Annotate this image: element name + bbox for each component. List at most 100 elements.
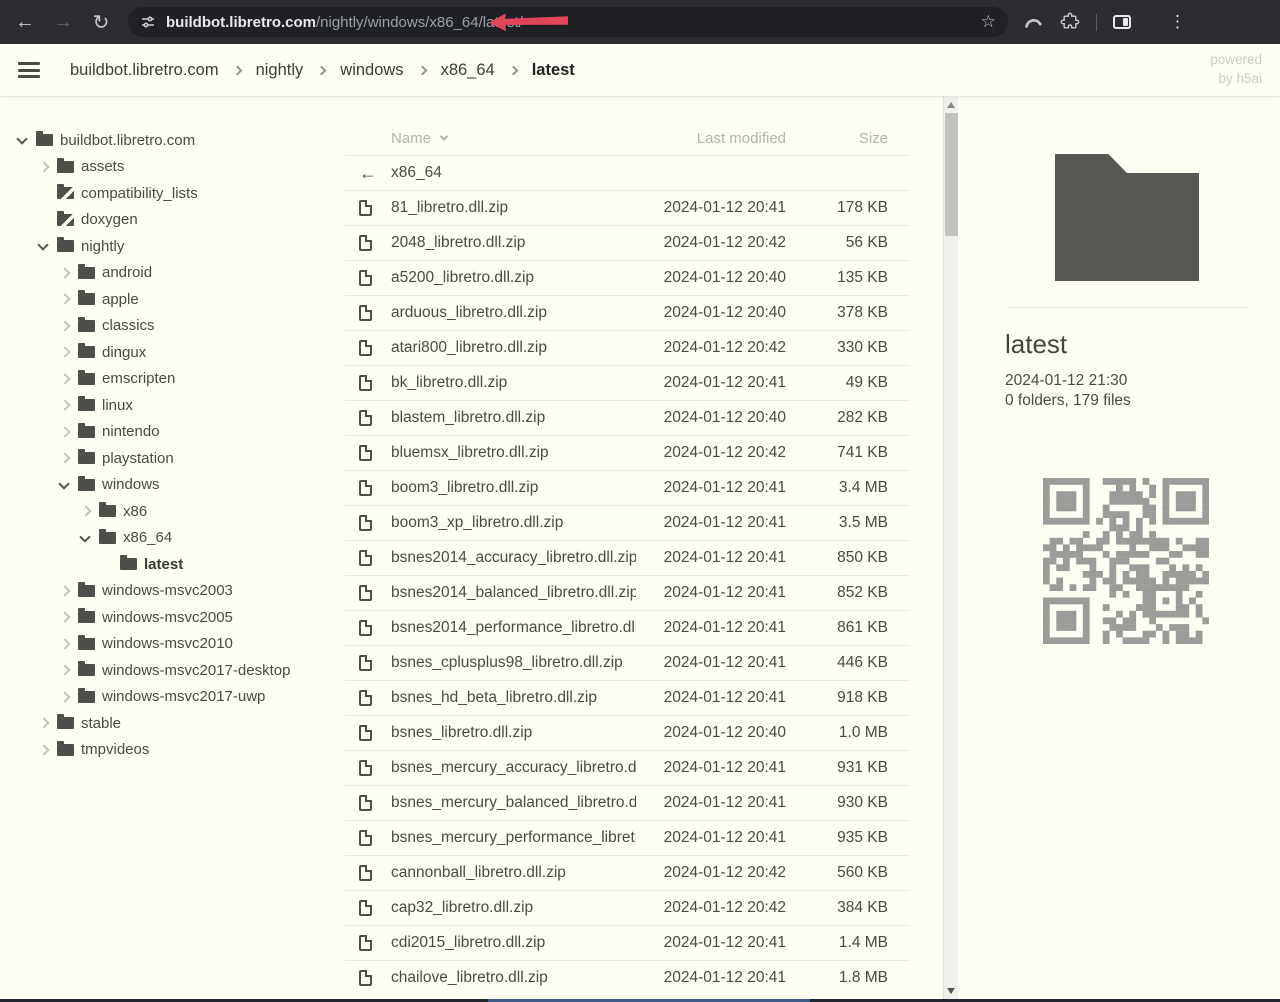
file-row[interactable]: 2048_libretro.dll.zip 2024-01-12 20:42 56 …	[345, 225, 910, 260]
tree-item-label: windows-msvc2017-uwp	[102, 688, 266, 706]
file-row[interactable]: atari800_libretro.dll.zip 2024-01-12 20:4…	[345, 330, 910, 365]
file-row[interactable]: bsnes_libretro.dll.zip 2024-01-12 20:40 1.…	[345, 715, 910, 750]
file-modified: 2024-01-12 20:41	[663, 619, 786, 636]
file-row[interactable]: bsnes_cplusplus98_libretro.dll.zip 2024-0…	[345, 645, 910, 680]
breadcrumb-item[interactable]: x86_64	[441, 61, 495, 80]
back-button[interactable]: ←	[8, 5, 42, 39]
file-row[interactable]: bsnes_hd_beta_libretro.dll.zip 2024-01-12…	[345, 680, 910, 715]
tree-item[interactable]: emscripten	[0, 366, 340, 393]
tree-item[interactable]: playstation	[0, 445, 340, 472]
browser-menu-icon[interactable]: ⋮	[1169, 12, 1186, 32]
tree-item[interactable]: tmpvideos	[0, 737, 340, 764]
file-row[interactable]: chailove_libretro.dll.zip 2024-01-12 20:4…	[345, 960, 910, 995]
file-row[interactable]: cdi2015_libretro.dll.zip 2024-01-12 20:41…	[345, 925, 910, 960]
chevron-down-icon[interactable]	[35, 238, 51, 254]
column-last-modified[interactable]: Last modified	[636, 130, 786, 147]
chevron-right-icon[interactable]	[56, 689, 72, 705]
file-row[interactable]: bsnes_mercury_performance_libretro.dll.z…	[345, 820, 910, 855]
extensions-puzzle-icon[interactable]	[1060, 12, 1080, 32]
chevron-right-icon[interactable]	[56, 450, 72, 466]
side-panel-icon[interactable]	[1113, 15, 1131, 29]
arc-extension-icon[interactable]	[1022, 11, 1044, 33]
breadcrumb-item[interactable]: nightly	[256, 61, 304, 80]
file-row[interactable]: arduous_libretro.dll.zip 2024-01-12 20:40…	[345, 295, 910, 330]
forward-button[interactable]: →	[46, 5, 80, 39]
tree-item[interactable]: windows-msvc2017-desktop	[0, 657, 340, 684]
chevron-right-icon[interactable]	[56, 636, 72, 652]
tree-item[interactable]: stable	[0, 710, 340, 737]
tree-item[interactable]: classics	[0, 313, 340, 340]
tree-item[interactable]: android	[0, 260, 340, 287]
url-domain: buildbot.libretro.com	[166, 13, 316, 31]
chevron-right-icon[interactable]	[56, 265, 72, 281]
file-row[interactable]: bluemsx_libretro.dll.zip 2024-01-12 20:42…	[345, 435, 910, 470]
chevron-right-icon[interactable]	[56, 662, 72, 678]
chevron-down-icon[interactable]	[14, 132, 30, 148]
scrollbar-thumb[interactable]	[945, 113, 958, 236]
file-row[interactable]: bsnes2014_performance_libretro.dll.zip 20…	[345, 610, 910, 645]
file-row[interactable]: bsnes_mercury_balanced_libretro.dll.zip 2…	[345, 785, 910, 820]
file-row[interactable]: bsnes2014_balanced_libretro.dll.zip 2024-…	[345, 575, 910, 610]
tree-item[interactable]: windows-msvc2010	[0, 631, 340, 658]
breadcrumb-item[interactable]: buildbot.libretro.com	[70, 61, 219, 80]
tree-item-label: windows-msvc2017-desktop	[102, 661, 291, 679]
bookmark-star-icon[interactable]: ☆	[981, 12, 996, 32]
chevron-right-icon[interactable]	[56, 583, 72, 599]
tree-item[interactable]: latest	[0, 551, 340, 578]
file-row[interactable]: a5200_libretro.dll.zip 2024-01-12 20:40 13…	[345, 260, 910, 295]
chevron-right-icon[interactable]	[35, 715, 51, 731]
tree-item[interactable]: compatibility_lists	[0, 180, 340, 207]
chevron-right-icon[interactable]	[56, 371, 72, 387]
chevron-right-icon[interactable]	[35, 742, 51, 758]
tree-item[interactable]: windows-msvc2005	[0, 604, 340, 631]
tree-item[interactable]: nightly	[0, 233, 340, 260]
column-name[interactable]: Name	[379, 130, 636, 147]
site-settings-icon[interactable]	[140, 14, 156, 30]
file-row[interactable]: bsnes2014_accuracy_libretro.dll.zip 2024-…	[345, 540, 910, 575]
menu-hamburger-icon[interactable]	[18, 62, 40, 78]
tree-item[interactable]: x86_64	[0, 525, 340, 552]
scroll-down-arrow-icon[interactable]	[947, 988, 955, 994]
tree-item[interactable]: windows	[0, 472, 340, 499]
chevron-down-icon[interactable]	[77, 530, 93, 546]
column-size[interactable]: Size	[786, 130, 888, 147]
chevron-right-icon[interactable]	[35, 159, 51, 175]
tree-item[interactable]: apple	[0, 286, 340, 313]
file-row[interactable]: blastem_libretro.dll.zip 2024-01-12 20:40…	[345, 400, 910, 435]
file-row[interactable]: boom3_xp_libretro.dll.zip 2024-01-12 20:4…	[345, 505, 910, 540]
tree-item[interactable]: windows-msvc2003	[0, 578, 340, 605]
file-row[interactable]: cap32_libretro.dll.zip 2024-01-12 20:42 38…	[345, 890, 910, 925]
chevron-right-icon[interactable]	[56, 344, 72, 360]
chevron-down-icon[interactable]	[56, 477, 72, 493]
chevron-right-icon[interactable]	[56, 397, 72, 413]
tree-item[interactable]: assets	[0, 154, 340, 181]
scroll-up-arrow-icon[interactable]	[947, 102, 955, 108]
breadcrumb-item[interactable]: windows	[340, 61, 403, 80]
tree-item[interactable]: windows-msvc2017-uwp	[0, 684, 340, 711]
file-row[interactable]: 81_libretro.dll.zip 2024-01-12 20:41 178 K…	[345, 190, 910, 225]
chevron-right-icon[interactable]	[56, 609, 72, 625]
file-name: blastem_libretro.dll.zip	[391, 409, 546, 426]
tree-item[interactable]: nintendo	[0, 419, 340, 446]
reload-button[interactable]: ↻	[84, 5, 118, 39]
list-scrollbar[interactable]	[943, 97, 958, 999]
file-size: 741 KB	[837, 444, 888, 461]
chevron-right-icon[interactable]	[56, 424, 72, 440]
file-modified: 2024-01-12 20:40	[663, 304, 786, 321]
tree-item[interactable]: x86	[0, 498, 340, 525]
file-row[interactable]: bsnes_mercury_accuracy_libretro.dll.zip 2…	[345, 750, 910, 785]
tree-item[interactable]: doxygen	[0, 207, 340, 234]
file-row[interactable]: cannonball_libretro.dll.zip 2024-01-12 20…	[345, 855, 910, 890]
file-row[interactable]: bk_libretro.dll.zip 2024-01-12 20:41 49 KB	[345, 365, 910, 400]
tree-item[interactable]: dingux	[0, 339, 340, 366]
tree-item[interactable]: buildbot.libretro.com	[0, 127, 340, 154]
breadcrumb-item[interactable]: latest	[532, 61, 575, 80]
file-row[interactable]: boom3_libretro.dll.zip 2024-01-12 20:41 3.…	[345, 470, 910, 505]
parent-folder-row[interactable]: ← x86_64	[345, 155, 910, 190]
file-modified: 2024-01-12 20:41	[663, 514, 786, 531]
chevron-right-icon[interactable]	[77, 503, 93, 519]
tree-item[interactable]: linux	[0, 392, 340, 419]
chevron-right-icon[interactable]	[56, 318, 72, 334]
url-text[interactable]: buildbot.libretro.com/nightly/windows/x8…	[166, 14, 523, 31]
chevron-right-icon[interactable]	[56, 291, 72, 307]
